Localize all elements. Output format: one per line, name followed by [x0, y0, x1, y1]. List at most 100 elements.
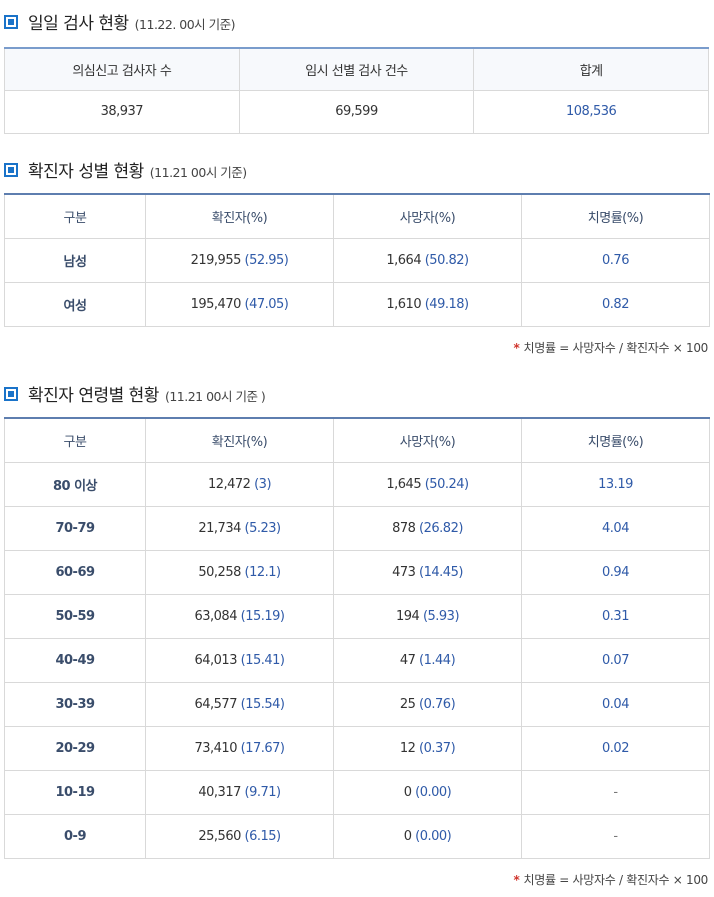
gender-subtitle: (11.21 00시 기준): [149, 165, 247, 180]
table-header-row: 구분 확진자(%) 사망자(%) 치명률(%): [4, 417, 710, 463]
deaths-percent: (50.24): [424, 476, 469, 492]
table-row: 50-59 63,084 (15.19) 194 (5.93) 0.31: [4, 593, 710, 639]
confirmed-cell: 50,258 (12.1): [145, 549, 334, 595]
confirmed-value: 63,084: [194, 608, 237, 624]
confirmed-value: 219,955: [190, 252, 242, 268]
table-row: 0-9 25,560 (6.15) 0 (0.00) -: [4, 813, 710, 859]
age-table: 구분 확진자(%) 사망자(%) 치명률(%) 80 이상 12,472 (3) 1…: [4, 417, 710, 859]
deaths-cell: 194 (5.93): [333, 593, 522, 639]
deaths-value: 25: [399, 696, 416, 712]
deaths-cell: 1,645 (50.24): [333, 461, 522, 507]
confirmed-cell: 64,577 (15.54): [145, 681, 334, 727]
header-cell: 합계: [473, 47, 709, 91]
header-cell: 치명률(%): [521, 417, 710, 463]
deaths-cell: 0 (0.00): [333, 813, 522, 859]
deaths-value: 473: [392, 564, 416, 580]
deaths-value: 1,610: [386, 296, 422, 312]
header-cell: 구분: [4, 193, 146, 239]
confirmed-percent: (3): [254, 476, 272, 492]
deaths-percent: (50.82): [424, 252, 469, 268]
confirmed-percent: (9.71): [244, 784, 282, 800]
note-star: *: [513, 873, 520, 887]
deaths-cell: 1,610 (49.18): [333, 281, 522, 327]
table-row: 20-29 73,410 (17.67) 12 (0.37) 0.02: [4, 725, 710, 771]
deaths-value: 12: [399, 740, 416, 756]
confirmed-percent: (47.05): [244, 296, 289, 312]
deaths-cell: 25 (0.76): [333, 681, 522, 727]
age-footnote: * 치명률 = 사망자수 / 확진자수 × 100: [513, 871, 709, 888]
row-label: 50-59: [4, 593, 146, 639]
deaths-value: 194: [395, 608, 420, 624]
header-cell: 확진자(%): [145, 193, 334, 239]
confirmed-percent: (15.19): [240, 608, 285, 624]
row-label: 60-69: [4, 549, 146, 595]
header-cell: 확진자(%): [145, 417, 334, 463]
table-row: 40-49 64,013 (15.41) 47 (1.44) 0.07: [4, 637, 710, 683]
fatality-rate: 0.07: [521, 637, 710, 683]
row-label: 70-79: [4, 505, 146, 551]
bullet-square-icon: [4, 162, 18, 177]
deaths-cell: 878 (26.82): [333, 505, 522, 551]
confirmed-cell: 219,955 (52.95): [145, 237, 334, 283]
header-cell: 임시 선별 검사 건수: [238, 47, 475, 91]
confirmed-cell: 73,410 (17.67): [145, 725, 334, 771]
deaths-percent: (5.93): [422, 608, 460, 624]
gender-title: 확진자 성별 현황: [28, 162, 144, 182]
confirmed-percent: (52.95): [244, 252, 289, 268]
deaths-cell: 473 (14.45): [333, 549, 522, 595]
confirmed-percent: (5.23): [244, 520, 282, 536]
table-row: 38,937 69,599 108,536: [4, 89, 709, 134]
fatality-rate: 4.04: [521, 505, 710, 551]
bullet-square-icon: [4, 14, 18, 29]
fatality-rate: 0.76: [521, 237, 710, 283]
confirmed-percent: (15.54): [240, 696, 285, 712]
fatality-rate: 0.94: [521, 549, 710, 595]
daily-title: 일일 검사 현황: [28, 14, 129, 34]
confirmed-percent: (6.15): [244, 828, 282, 844]
row-label: 40-49: [4, 637, 146, 683]
total-count: 108,536: [473, 89, 709, 134]
confirmed-cell: 25,560 (6.15): [145, 813, 334, 859]
confirmed-cell: 195,470 (47.05): [145, 281, 334, 327]
fatality-rate: 0.04: [521, 681, 710, 727]
age-title: 확진자 연령별 현황: [28, 386, 159, 406]
table-row: 10-19 40,317 (9.71) 0 (0.00) -: [4, 769, 710, 815]
table-row: 여성 195,470 (47.05) 1,610 (49.18) 0.82: [4, 281, 710, 327]
header-cell: 사망자(%): [333, 193, 522, 239]
deaths-cell: 1,664 (50.82): [333, 237, 522, 283]
header-cell: 구분: [4, 417, 146, 463]
deaths-value: 47: [399, 652, 416, 668]
deaths-percent: (49.18): [424, 296, 469, 312]
confirmed-value: 195,470: [190, 296, 242, 312]
table-header-row: 구분 확진자(%) 사망자(%) 치명률(%): [4, 193, 710, 239]
daily-section-title: 일일 검사 현황 (11.22. 00시 기준): [4, 9, 236, 34]
row-label: 30-39: [4, 681, 146, 727]
table-header-row: 의심신고 검사자 수 임시 선별 검사 건수 합계: [4, 47, 709, 91]
row-label: 80 이상: [4, 461, 146, 507]
confirmed-value: 12,472: [207, 476, 251, 492]
temporary-screening-count: 69,599: [238, 89, 475, 134]
bullet-square-icon: [4, 386, 18, 401]
confirmed-percent: (12.1): [244, 564, 282, 580]
confirmed-cell: 12,472 (3): [145, 461, 334, 507]
fatality-rate: 0.02: [521, 725, 710, 771]
confirmed-value: 25,560: [198, 828, 241, 844]
age-subtitle: (11.21 00시 기준 ): [164, 389, 266, 404]
gender-section-title: 확진자 성별 현황 (11.21 00시 기준): [4, 157, 247, 182]
confirmed-cell: 40,317 (9.71): [145, 769, 334, 815]
gender-footnote: * 치명률 = 사망자수 / 확진자수 × 100: [514, 339, 709, 356]
row-label: 10-19: [4, 769, 146, 815]
confirmed-value: 40,317: [198, 784, 241, 800]
table-row: 남성 219,955 (52.95) 1,664 (50.82) 0.76: [4, 237, 710, 283]
header-cell: 의심신고 검사자 수: [4, 47, 240, 91]
table-row: 80 이상 12,472 (3) 1,645 (50.24) 13.19: [4, 461, 710, 507]
confirmed-value: 73,410: [194, 740, 237, 756]
deaths-cell: 0 (0.00): [333, 769, 522, 815]
confirmed-cell: 21,734 (5.23): [145, 505, 334, 551]
confirmed-value: 50,258: [198, 564, 241, 580]
row-label: 20-29: [4, 725, 146, 771]
deaths-percent: (0.76): [419, 696, 456, 712]
table-row: 70-79 21,734 (5.23) 878 (26.82) 4.04: [4, 505, 710, 551]
deaths-percent: (0.37): [419, 740, 456, 756]
header-cell: 치명률(%): [521, 193, 710, 239]
